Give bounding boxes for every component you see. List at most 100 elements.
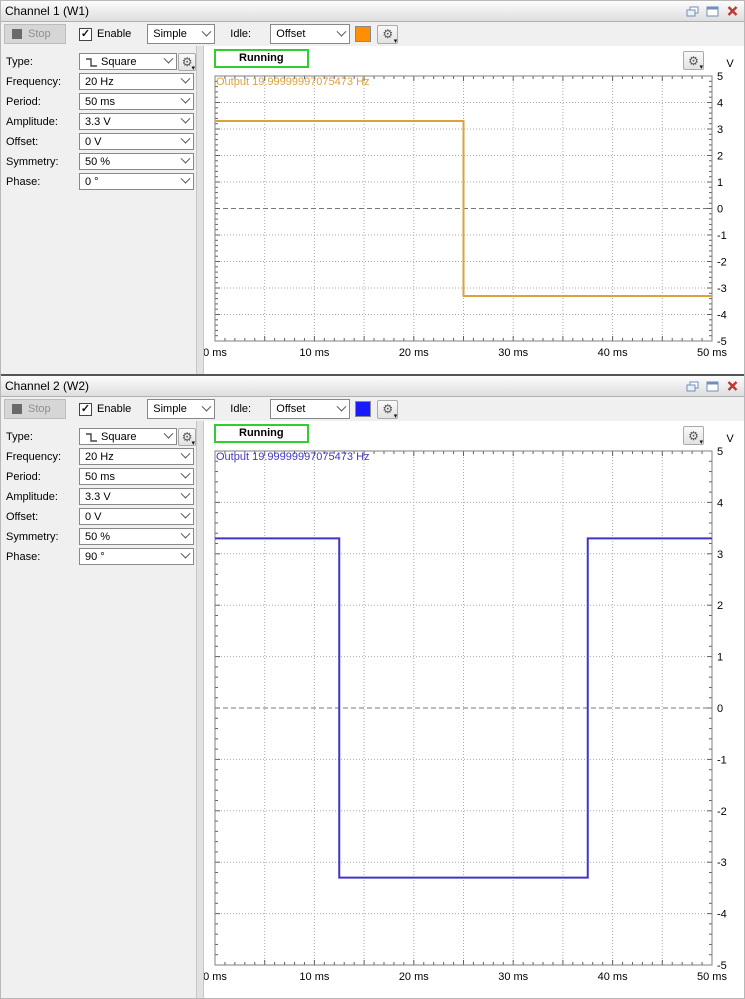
frequency-select[interactable]: 20 Hz	[79, 73, 194, 90]
dropdown-arrow-icon: ▾	[699, 64, 703, 71]
period-value: 50 ms	[85, 470, 115, 483]
offset-row: Offset: 0 V	[6, 508, 196, 525]
frequency-select[interactable]: 20 Hz	[79, 448, 194, 465]
channel2-waveform-plot[interactable]: Running Output 19.99999997075473 Hz ⚙ ▾ …	[204, 421, 744, 998]
frequency-label: Frequency:	[6, 450, 62, 463]
symmetry-select[interactable]: 50 %	[79, 528, 194, 545]
type-label: Type:	[6, 430, 33, 443]
chevron-down-icon	[180, 468, 191, 479]
maximize-icon[interactable]	[705, 380, 719, 392]
checkbox-check-icon: ✓	[79, 402, 92, 416]
mode-value: Simple	[153, 28, 187, 40]
channel1-waveform-plot[interactable]: Running Output 19.99999997075473 Hz ⚙ ▾ …	[204, 46, 744, 374]
period-select[interactable]: 50 ms	[79, 93, 194, 110]
plot-settings-button[interactable]: ⚙ ▾	[683, 51, 704, 71]
gear-icon: ⚙	[688, 428, 699, 443]
close-icon[interactable]	[725, 5, 739, 17]
svg-text:-4: -4	[717, 909, 727, 921]
stop-button[interactable]: Stop	[4, 399, 66, 419]
phase-select[interactable]: 0 °	[79, 173, 194, 190]
phase-label: Phase:	[6, 550, 41, 563]
gear-icon: ⚙	[688, 53, 699, 68]
channel1-section: Channel 1 (W1) Stop ✓ Enable Simple Idle…	[1, 1, 744, 374]
symmetry-value: 50 %	[85, 530, 111, 543]
channel1-content: Type: Square ⚙ ▾ Frequency: 20 Hz Period…	[1, 46, 744, 374]
type-settings-button[interactable]: ⚙ ▾	[178, 52, 196, 72]
restore-icon[interactable]	[685, 380, 699, 392]
type-settings-button[interactable]: ⚙ ▾	[178, 427, 196, 447]
channel2-titlebar: Channel 2 (W2)	[1, 376, 744, 397]
mode-select[interactable]: Simple	[147, 399, 216, 419]
maximize-icon[interactable]	[705, 5, 719, 17]
stop-button-label: Stop	[28, 28, 51, 40]
panel-splitter[interactable]	[196, 421, 204, 998]
symmetry-value: 50 %	[85, 155, 111, 168]
svg-text:-1: -1	[717, 230, 727, 242]
running-status-badge: Running	[214, 49, 309, 68]
channel-settings-button[interactable]: ⚙ ▾	[377, 24, 399, 45]
phase-value: 0 °	[85, 175, 99, 188]
svg-text:-5: -5	[717, 960, 727, 972]
offset-select[interactable]: 0 V	[79, 133, 194, 150]
channel1-titlebar: Channel 1 (W1)	[1, 1, 744, 22]
type-row: Type: Square ⚙ ▾	[6, 427, 196, 447]
idle-value: Offset	[276, 28, 306, 40]
symmetry-row: Symmetry: 50 %	[6, 528, 196, 545]
idle-select[interactable]: Offset	[270, 24, 351, 44]
mode-value: Simple	[153, 403, 187, 415]
svg-text:0 ms: 0 ms	[204, 347, 227, 359]
phase-select[interactable]: 90 °	[79, 548, 194, 565]
svg-text:0: 0	[717, 204, 723, 216]
type-select[interactable]: Square	[79, 428, 178, 445]
running-status-badge: Running	[214, 424, 309, 443]
dropdown-arrow-icon: ▾	[699, 439, 703, 446]
period-select[interactable]: 50 ms	[79, 468, 194, 485]
svg-text:40 ms: 40 ms	[598, 347, 628, 359]
channel1-title: Channel 1 (W1)	[5, 4, 90, 18]
enable-checkbox[interactable]: ✓ Enable	[79, 402, 131, 416]
gear-icon: ⚙	[382, 27, 394, 41]
chevron-down-icon	[163, 428, 174, 439]
dropdown-arrow-icon: ▾	[191, 439, 195, 447]
svg-text:V: V	[726, 433, 734, 445]
enable-checkbox[interactable]: ✓ Enable	[79, 27, 131, 41]
svg-text:10 ms: 10 ms	[299, 971, 329, 983]
close-icon[interactable]	[725, 380, 739, 392]
symmetry-select[interactable]: 50 %	[79, 153, 194, 170]
plot-settings-button[interactable]: ⚙ ▾	[683, 426, 704, 446]
amplitude-select[interactable]: 3.3 V	[79, 113, 194, 130]
stop-button[interactable]: Stop	[4, 24, 66, 44]
offset-label: Offset:	[6, 510, 39, 523]
amplitude-value: 3.3 V	[85, 115, 111, 128]
plot-canvas[interactable]: 0 ms 10 ms 20 ms 30 ms 40 ms 50 ms 5 4 3 2 1 0 -1 -2 -…	[204, 46, 744, 374]
window-controls	[685, 5, 739, 17]
plot-canvas[interactable]: 0 ms 10 ms 20 ms 30 ms 40 ms 50 ms 5 4 3 2 1 0 -1 -2 -…	[204, 421, 744, 998]
idle-select[interactable]: Offset	[270, 399, 351, 419]
restore-icon[interactable]	[685, 5, 699, 17]
svg-text:50 ms: 50 ms	[697, 347, 727, 359]
svg-text:20 ms: 20 ms	[399, 347, 429, 359]
channel2-title: Channel 2 (W2)	[5, 379, 90, 393]
wavegen-window: Channel 1 (W1) Stop ✓ Enable Simple Idle…	[0, 0, 745, 999]
offset-value: 0 V	[85, 135, 102, 148]
chevron-down-icon	[180, 528, 191, 539]
panel-splitter[interactable]	[196, 46, 204, 374]
svg-text:2: 2	[717, 151, 723, 163]
channel-settings-button[interactable]: ⚙ ▾	[377, 399, 399, 420]
amplitude-select[interactable]: 3.3 V	[79, 488, 194, 505]
period-row: Period: 50 ms	[6, 93, 196, 110]
amplitude-label: Amplitude:	[6, 490, 58, 503]
svg-text:-3: -3	[717, 283, 727, 295]
svg-text:40 ms: 40 ms	[598, 971, 628, 983]
svg-text:30 ms: 30 ms	[498, 347, 528, 359]
channel1-toolbar: Stop ✓ Enable Simple Idle: Offset ⚙ ▾	[1, 22, 744, 46]
chevron-down-icon	[180, 73, 191, 84]
channel-color-swatch[interactable]	[355, 26, 372, 42]
type-select[interactable]: Square	[79, 53, 178, 70]
channel-color-swatch[interactable]	[355, 401, 372, 417]
mode-select[interactable]: Simple	[147, 24, 216, 44]
offset-select[interactable]: 0 V	[79, 508, 194, 525]
stop-button-label: Stop	[28, 403, 51, 415]
type-row: Type: Square ⚙ ▾	[6, 52, 196, 72]
idle-label: Idle:	[230, 28, 252, 40]
